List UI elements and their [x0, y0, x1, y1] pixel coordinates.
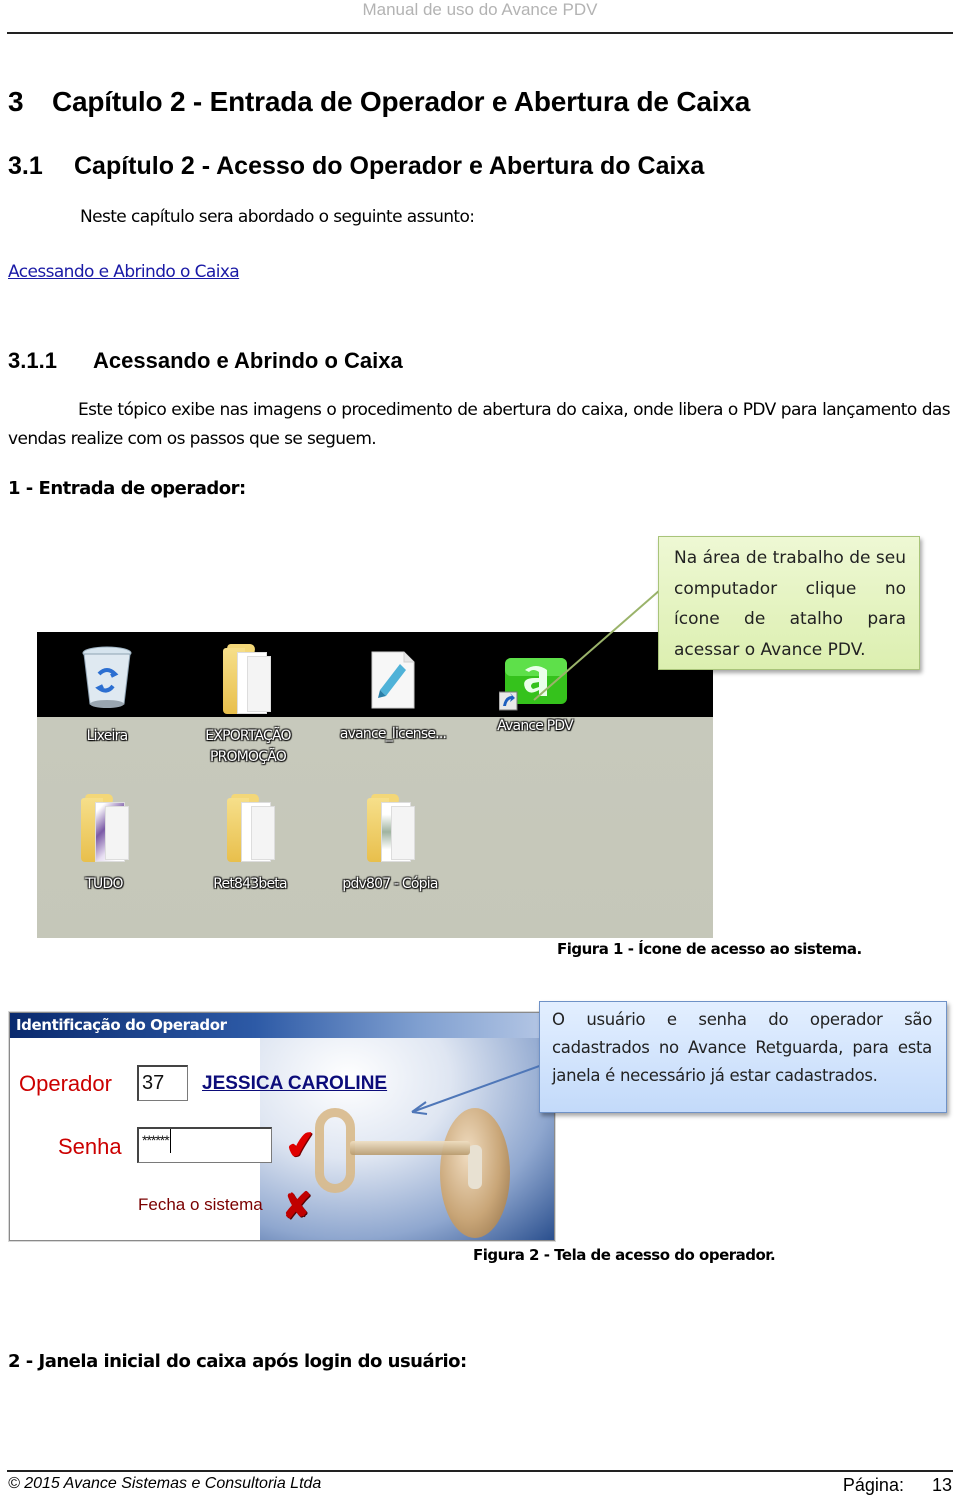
page-label: Página:: [842, 1475, 904, 1495]
chapter-title: Capítulo 2 - Entrada de Operador e Abert…: [52, 86, 751, 117]
folder-icon: [227, 794, 275, 864]
key-illustration: [315, 1108, 355, 1193]
footer-copyright: © 2015 Avance Sistemas e Consultoria Ltd…: [8, 1475, 322, 1492]
section-title: Capítulo 2 - Acesso do Operador e Abertu…: [74, 152, 705, 180]
password-input[interactable]: ******: [137, 1127, 272, 1163]
desktop-icon-lixeira[interactable]: Lixeira: [79, 644, 135, 744]
footer-page: Página: 13: [843, 1475, 952, 1496]
text-file-icon: [371, 651, 415, 709]
chapter-number: 3: [8, 86, 24, 117]
desktop-icon-label: Ret843beta: [213, 876, 287, 892]
chapter-heading: 3 Capítulo 2 - Entrada de Operador e Aber…: [8, 86, 750, 118]
desktop-icon-label: pdv807 - Cópia: [342, 876, 438, 892]
folder-icon: [223, 644, 273, 714]
recycle-bin-icon: [82, 646, 132, 708]
desktop-icon-label: EXPORTAÇÃO PROMOÇÃO: [205, 728, 291, 765]
callout-text: O usuário e senha do operador são cadast…: [552, 1010, 932, 1085]
callout-login-instruction: O usuário e senha do operador são cadast…: [539, 1001, 947, 1113]
subsection-title: Acessando e Abrindo o Caixa: [93, 348, 403, 373]
operator-label: Operador: [19, 1071, 112, 1096]
close-system-label[interactable]: Fecha o sistema: [138, 1195, 263, 1215]
section-number: 3.1: [8, 152, 43, 180]
folder-icon: [81, 794, 129, 864]
callout-desktop-instruction: Na área de trabalho de seu computador cl…: [658, 536, 920, 670]
window-title: Identificação do Operador: [10, 1013, 554, 1038]
callout-text: Na área de trabalho de seu computador cl…: [674, 548, 906, 660]
desktop-icon-label: TUDO: [85, 876, 123, 892]
key-shaft: [350, 1141, 470, 1155]
step-2-heading: 2 - Janela inicial do caixa após login d…: [8, 1351, 467, 1372]
desktop-icon-ret843beta[interactable]: Ret843beta: [213, 794, 288, 892]
operator-code-input[interactable]: 37: [137, 1065, 188, 1101]
keyhole: [468, 1145, 482, 1189]
body-paragraph: Este tópico exibe nas imagens o procedim…: [8, 400, 951, 449]
figure-1-caption: Figura 1 - Ícone de acesso ao sistema.: [557, 940, 862, 958]
section-heading: 3.1 Capítulo 2 - Acesso do Operador e Abe…: [8, 152, 704, 181]
close-x-icon[interactable]: ✘: [282, 1185, 312, 1227]
confirm-check-icon[interactable]: ✔: [282, 1121, 320, 1170]
password-label: Senha: [58, 1134, 122, 1159]
subsection-number: 3.1.1: [8, 348, 57, 373]
desktop-icon-label: Lixeira: [86, 728, 129, 744]
desktop-icon-exportacao-promocao[interactable]: EXPORTAÇÃO PROMOÇÃO: [205, 642, 292, 765]
subsection-heading: 3.1.1 Acessando e Abrindo o Caixa: [8, 348, 403, 374]
running-header: Manual de uso do Avance PDV: [362, 0, 598, 19]
desktop-icon-label: avance_license...: [339, 726, 447, 742]
text-caret: [169, 1129, 171, 1153]
operator-name: JESSICA CAROLINE: [202, 1073, 388, 1094]
callout-pointer: [533, 589, 661, 701]
step-1-heading: 1 - Entrada de operador:: [8, 478, 246, 499]
header-rule: [7, 32, 953, 34]
folder-icon: [367, 794, 415, 864]
toc-link[interactable]: Acessando e Abrindo o Caixa: [8, 262, 240, 282]
footer-rule: [7, 1470, 953, 1472]
intro-text: Neste capítulo sera abordado o seguinte …: [80, 207, 475, 227]
page-number: 13: [931, 1475, 952, 1495]
figure-2-caption: Figura 2 - Tela de acesso do operador.: [473, 1246, 776, 1264]
desktop-icon-avance-license[interactable]: avance_license...: [340, 650, 447, 742]
operator-login-window: Identificação do Operador Operador 37 JE…: [9, 1012, 555, 1241]
desktop-icon-tudo[interactable]: TUDO: [81, 794, 129, 892]
password-value: ******: [142, 1132, 170, 1148]
desktop-icon-pdv807-copia[interactable]: pdv807 - Cópia: [342, 794, 438, 892]
